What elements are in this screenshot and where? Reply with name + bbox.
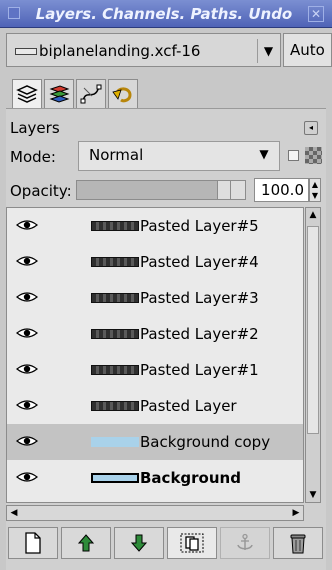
opacity-label: Opacity:	[10, 182, 72, 200]
transparency-checker-icon	[305, 147, 322, 164]
mode-label: Mode:	[10, 148, 56, 166]
duplicate-layer-button[interactable]	[167, 527, 217, 559]
window-menu-icon[interactable]	[8, 7, 20, 19]
scroll-up-icon[interactable]: ▲	[306, 208, 320, 222]
layer-thumbnail	[91, 257, 139, 267]
layer-row[interactable]: Pasted Layer#5	[7, 208, 303, 244]
layer-row[interactable]: Pasted Layer#4	[7, 244, 303, 280]
layer-name[interactable]: Pasted Layer#5	[140, 216, 259, 236]
channels-icon	[49, 85, 70, 103]
window-title: Layers. Channels. Paths. Undo	[35, 5, 293, 23]
raise-layer-button[interactable]	[61, 527, 111, 559]
panel-menu-icon[interactable]: ◂	[304, 121, 318, 135]
layer-thumbnail	[91, 365, 139, 375]
paths-icon	[80, 84, 102, 104]
chevron-down-icon[interactable]: ▼	[257, 39, 279, 63]
layer-row[interactable]: Pasted Layer#1	[7, 352, 303, 388]
layer-name[interactable]: Pasted Layer#1	[140, 360, 259, 380]
scroll-thumb[interactable]	[307, 226, 319, 434]
image-name: biplanelanding.xcf-16	[39, 42, 201, 60]
eye-icon[interactable]	[15, 470, 39, 484]
eye-icon[interactable]	[15, 434, 39, 448]
layer-row[interactable]: Pasted Layer#2	[7, 316, 303, 352]
layer-name[interactable]: Pasted Layer#4	[140, 252, 259, 272]
lower-layer-button[interactable]	[114, 527, 164, 559]
undo-icon	[112, 87, 132, 103]
eye-icon[interactable]	[15, 362, 39, 376]
horizontal-scrollbar[interactable]: ◀ ▶	[6, 505, 304, 521]
tab-undo[interactable]	[108, 79, 138, 109]
tab-layers[interactable]	[12, 79, 42, 109]
layer-name[interactable]: Background	[140, 468, 241, 488]
trash-icon	[290, 534, 306, 554]
dock-tabs	[12, 79, 162, 109]
layer-row[interactable]: Pasted Layer	[7, 388, 303, 424]
vertical-scrollbar[interactable]: ▲ ▼	[305, 207, 321, 503]
duplicate-icon	[180, 533, 204, 553]
layer-thumbnail	[91, 437, 139, 447]
layer-thumbnail	[91, 221, 139, 231]
image-thumbnail-icon	[15, 48, 37, 55]
opacity-fill	[77, 181, 217, 199]
layer-name[interactable]: Pasted Layer#2	[140, 324, 259, 344]
layer-thumbnail	[91, 401, 139, 411]
layer-list[interactable]: Pasted Layer#5 Pasted Layer#4 Pasted Lay…	[6, 207, 304, 503]
new-layer-button[interactable]	[8, 527, 58, 559]
opacity-handle[interactable]	[217, 181, 231, 199]
mode-dropdown[interactable]: Normal	[78, 141, 280, 171]
layer-name[interactable]: Background copy	[140, 432, 270, 452]
mode-chevron-down-icon[interactable]: ▼	[254, 147, 274, 161]
eye-icon[interactable]	[15, 254, 39, 268]
layer-thumbnail	[91, 473, 139, 483]
layer-name[interactable]: Pasted Layer#3	[140, 288, 259, 308]
opacity-input[interactable]: 100.0	[254, 178, 309, 202]
arrow-up-icon	[77, 534, 95, 552]
tab-paths[interactable]	[76, 79, 106, 109]
tab-channels[interactable]	[44, 79, 74, 109]
layer-thumbnail	[91, 293, 139, 303]
mode-value: Normal	[89, 146, 144, 164]
layer-toolbar	[6, 527, 326, 561]
opacity-spinner[interactable]: ▲ ▼	[309, 178, 321, 202]
panel-heading: Layers	[10, 119, 60, 137]
anchor-icon	[237, 533, 253, 550]
title-bar[interactable]: Layers. Channels. Paths. Undo ✕	[0, 0, 332, 28]
scroll-right-icon[interactable]: ▶	[289, 506, 303, 520]
eye-icon[interactable]	[15, 398, 39, 412]
delete-layer-button[interactable]	[273, 527, 323, 559]
eye-icon[interactable]	[15, 290, 39, 304]
layers-panel: Layers ◂ Mode: Normal ▼ Opacity: 100.0 ▲…	[6, 108, 326, 570]
layer-name[interactable]: Pasted Layer	[140, 396, 237, 416]
image-selector[interactable]: biplanelanding.xcf-16 ▼	[6, 33, 281, 67]
close-icon[interactable]: ✕	[308, 6, 324, 22]
layer-thumbnail	[91, 329, 139, 339]
arrow-down-icon	[130, 534, 148, 552]
layer-row[interactable]: Pasted Layer#3	[7, 280, 303, 316]
layer-row-selected[interactable]: Background copy	[7, 424, 303, 460]
new-page-icon	[25, 532, 41, 554]
eye-icon[interactable]	[15, 218, 39, 232]
scroll-down-icon[interactable]: ▼	[306, 488, 320, 502]
auto-button[interactable]: Auto	[283, 33, 332, 67]
anchor-layer-button[interactable]	[220, 527, 270, 559]
eye-icon[interactable]	[15, 326, 39, 340]
scroll-left-icon[interactable]: ◀	[7, 506, 21, 520]
keep-transparency-checkbox[interactable]	[288, 150, 299, 161]
layer-row[interactable]: Background	[7, 460, 303, 496]
layers-icon	[16, 85, 38, 103]
opacity-slider[interactable]	[76, 180, 246, 200]
